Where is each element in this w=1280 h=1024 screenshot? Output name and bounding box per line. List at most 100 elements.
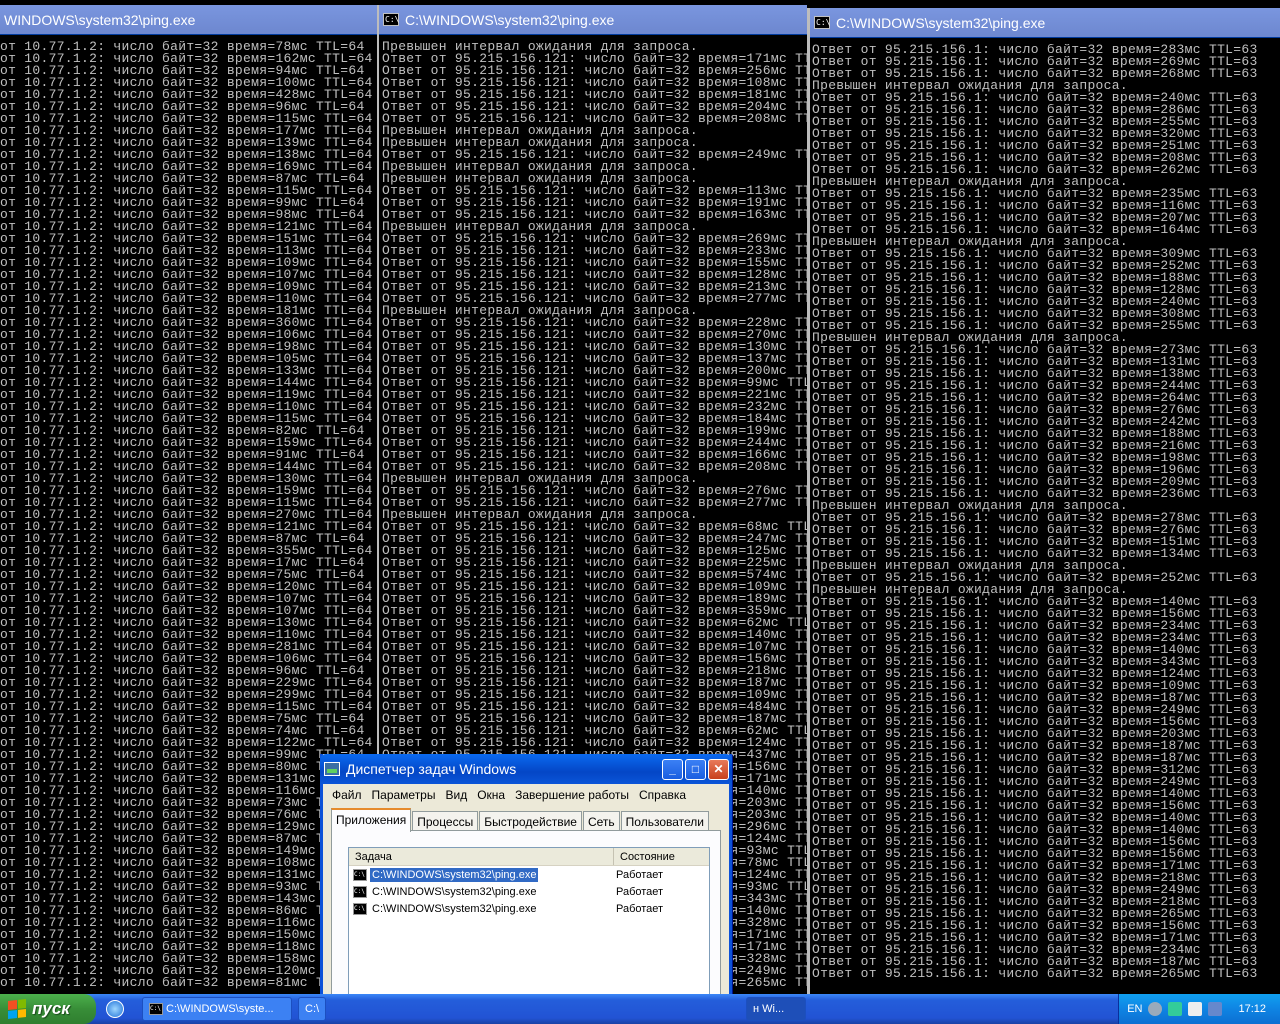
language-indicator[interactable]: EN <box>1127 1003 1142 1015</box>
cmd-window-icon: C:\ <box>383 13 400 26</box>
console-line: Превышен интервал ожидания для запроса. <box>382 305 698 317</box>
console-line: Ответ от 95.215.156.1: число байт=32 вре… <box>812 128 1258 140</box>
table-row[interactable]: C:\ C:\WINDOWS\system32\ping.exe Работает <box>349 900 709 917</box>
start-button[interactable]: пуск <box>0 994 96 1024</box>
tray-arrow-icon[interactable] <box>1148 1002 1163 1016</box>
console-line: Ответ от 95.215.156.121: число байт=32 в… <box>382 725 807 737</box>
console-line: от 10.77.1.2: число байт=32 время=121мс … <box>0 221 373 233</box>
ping-window-right-title: C:\WINDOWS\system32\ping.exe <box>836 14 1046 31</box>
network-icon[interactable] <box>1168 1002 1183 1016</box>
console-line: Ответ от 95.215.156.1: число байт=32 вре… <box>812 272 1258 284</box>
console-line: от 10.77.1.2: число байт=32 время=119мс … <box>0 389 373 401</box>
console-line: Ответ от 95.215.156.1: число байт=32 вре… <box>812 656 1258 668</box>
console-line: Ответ от 95.215.156.1: число байт=32 вре… <box>812 812 1258 824</box>
console-line: Ответ от 95.215.156.121: число байт=32 в… <box>382 353 807 365</box>
console-line: Ответ от 95.215.156.1: число байт=32 вре… <box>812 740 1258 752</box>
console-line: Ответ от 95.215.156.1: число байт=32 вре… <box>812 704 1258 716</box>
console-line: Ответ от 95.215.156.121: число байт=32 в… <box>382 413 807 425</box>
console-line: от 10.77.1.2: число байт=32 время=82мс T… <box>0 425 365 437</box>
menu-file[interactable]: Файл <box>327 788 367 802</box>
console-line: Ответ от 95.215.156.1: число байт=32 вре… <box>812 452 1258 464</box>
console-line: Ответ от 95.215.156.121: число байт=32 в… <box>382 389 807 401</box>
console-line: Ответ от 95.215.156.1: число байт=32 вре… <box>812 728 1258 740</box>
console-line: от 10.77.1.2: число байт=32 время=198мс … <box>0 341 373 353</box>
console-line: Ответ от 95.215.156.121: число байт=32 в… <box>382 461 807 473</box>
console-line: Ответ от 95.215.156.121: число байт=32 в… <box>382 437 807 449</box>
column-task[interactable]: Задача <box>349 848 614 865</box>
table-row[interactable]: C:\ C:\WINDOWS\system32\ping.exe Работает <box>349 866 709 883</box>
tab-users[interactable]: Пользователи <box>620 811 709 831</box>
volume-icon[interactable] <box>1188 1002 1203 1016</box>
console-line: Ответ от 95.215.156.121: число байт=32 в… <box>382 341 807 353</box>
console-line: от 10.77.1.2: число байт=32 время=106мс … <box>0 329 373 341</box>
console-line: Превышен интервал ожидания для запроса. <box>382 125 698 137</box>
internet-explorer-icon[interactable] <box>106 1000 124 1018</box>
ping-window-left-titlebar[interactable]: WINDOWS\system32\ping.exe <box>0 5 377 35</box>
task-state: Работает <box>616 868 664 881</box>
console-line: Ответ от 95.215.156.121: число байт=32 в… <box>382 653 807 665</box>
console-line: Превышен интервал ожидания для запроса. <box>812 332 1128 344</box>
console-line: Ответ от 95.215.156.1: число байт=32 вре… <box>812 680 1258 692</box>
tab-performance[interactable]: Быстродействие <box>479 811 582 831</box>
menu-view[interactable]: Вид <box>440 788 472 802</box>
console-line: от 10.77.1.2: число байт=32 время=144мс … <box>0 377 373 389</box>
console-line: от 10.77.1.2: число байт=32 время=110мс … <box>0 401 373 413</box>
console-line: Ответ от 95.215.156.121: число байт=32 в… <box>382 737 807 749</box>
task-state: Работает <box>616 902 664 915</box>
console-line: Ответ от 95.215.156.1: число байт=32 вре… <box>812 68 1258 80</box>
menu-windows[interactable]: Окна <box>472 788 510 802</box>
cmd-window-icon: C:\ <box>353 868 367 881</box>
console-line: Ответ от 95.215.156.121: число байт=32 в… <box>382 689 807 701</box>
console-line: Ответ от 95.215.156.121: число байт=32 в… <box>382 365 807 377</box>
taskbar-button-ping-1[interactable]: C:\ C:\WINDOWS\syste... <box>142 997 292 1021</box>
ping-window-right[interactable]: C:\ C:\WINDOWS\system32\ping.exe Ответ о… <box>807 8 1280 994</box>
console-line: Ответ от 95.215.156.1: число байт=32 вре… <box>812 692 1258 704</box>
minimize-button[interactable]: _ <box>662 758 683 780</box>
console-line: Ответ от 95.215.156.121: число байт=32 в… <box>382 113 807 125</box>
ping-window-right-titlebar[interactable]: C:\ C:\WINDOWS\system32\ping.exe <box>810 8 1280 38</box>
console-line: Ответ от 95.215.156.121: число байт=32 в… <box>382 197 807 209</box>
console-line: Ответ от 95.215.156.1: число байт=32 вре… <box>812 188 1258 200</box>
cmd-window-icon: C:\ <box>149 1003 163 1015</box>
console-line: Ответ от 95.215.156.1: число байт=32 вре… <box>812 596 1258 608</box>
task-manager-window[interactable]: Диспетчер задач Windows _ □ ✕ Файл Парам… <box>320 754 732 1024</box>
console-line: Ответ от 95.215.156.1: число байт=32 вре… <box>812 620 1258 632</box>
console-line: Ответ от 95.215.156.121: число байт=32 в… <box>382 521 807 533</box>
console-line: Ответ от 95.215.156.1: число байт=32 вре… <box>812 488 1258 500</box>
ping-window-middle-titlebar[interactable]: C:\ C:\WINDOWS\system32\ping.exe <box>379 5 807 35</box>
console-line: Ответ от 95.215.156.1: число байт=32 вре… <box>812 800 1258 812</box>
console-line: Ответ от 95.215.156.121: число байт=32 в… <box>382 557 807 569</box>
console-line: Ответ от 95.215.156.121: число байт=32 в… <box>382 701 807 713</box>
console-line: от 10.77.1.2: число байт=32 время=110мс … <box>0 293 373 305</box>
console-line: Превышен интервал ожидания для запроса. <box>812 500 1128 512</box>
taskbar-button-taskmgr[interactable]: н Wi... <box>746 997 806 1021</box>
column-state[interactable]: Состояние <box>614 848 709 865</box>
console-line: от 10.77.1.2: число байт=32 время=78мс T… <box>0 41 365 53</box>
tab-applications[interactable]: Приложения <box>331 808 412 832</box>
menu-shutdown[interactable]: Завершение работы <box>510 788 634 802</box>
console-line: Превышен интервал ожидания для запроса. <box>382 221 698 233</box>
console-line: Ответ от 95.215.156.121: число байт=32 в… <box>382 569 807 581</box>
console-line: Ответ от 95.215.156.1: число байт=32 вре… <box>812 524 1258 536</box>
console-line: Ответ от 95.215.156.1: число байт=32 вре… <box>812 860 1258 872</box>
console-line: Ответ от 95.215.156.1: число байт=32 вре… <box>812 776 1258 788</box>
task-name: C:\WINDOWS\system32\ping.exe <box>372 902 537 915</box>
console-line: от 10.77.1.2: число байт=32 время=133мс … <box>0 365 373 377</box>
tab-processes[interactable]: Процессы <box>412 811 479 831</box>
task-manager-titlebar[interactable]: Диспетчер задач Windows _ □ ✕ <box>320 754 732 784</box>
table-row[interactable]: C:\ C:\WINDOWS\system32\ping.exe Работает <box>349 883 709 900</box>
taskbar-button-label: C:\WINDOWS\syste... <box>166 1003 274 1015</box>
console-line: от 10.77.1.2: число байт=32 время=115мс … <box>0 113 373 125</box>
maximize-button[interactable]: □ <box>685 758 706 780</box>
console-line: Ответ от 95.215.156.1: число байт=32 вре… <box>812 836 1258 848</box>
menu-options[interactable]: Параметры <box>367 788 441 802</box>
console-line: Ответ от 95.215.156.121: число байт=32 в… <box>382 533 807 545</box>
console-line: от 10.77.1.2: число байт=32 время=115мс … <box>0 497 373 509</box>
monitor-icon[interactable] <box>1208 1002 1223 1016</box>
console-line: от 10.77.1.2: число байт=32 время=270мс … <box>0 509 373 521</box>
close-button[interactable]: ✕ <box>708 758 729 780</box>
menu-help[interactable]: Справка <box>634 788 691 802</box>
taskbar-button-ping-2[interactable]: C:\ <box>298 997 326 1021</box>
console-line: Ответ от 95.215.156.121: число байт=32 в… <box>382 449 807 461</box>
tab-networking[interactable]: Сеть <box>582 811 620 831</box>
